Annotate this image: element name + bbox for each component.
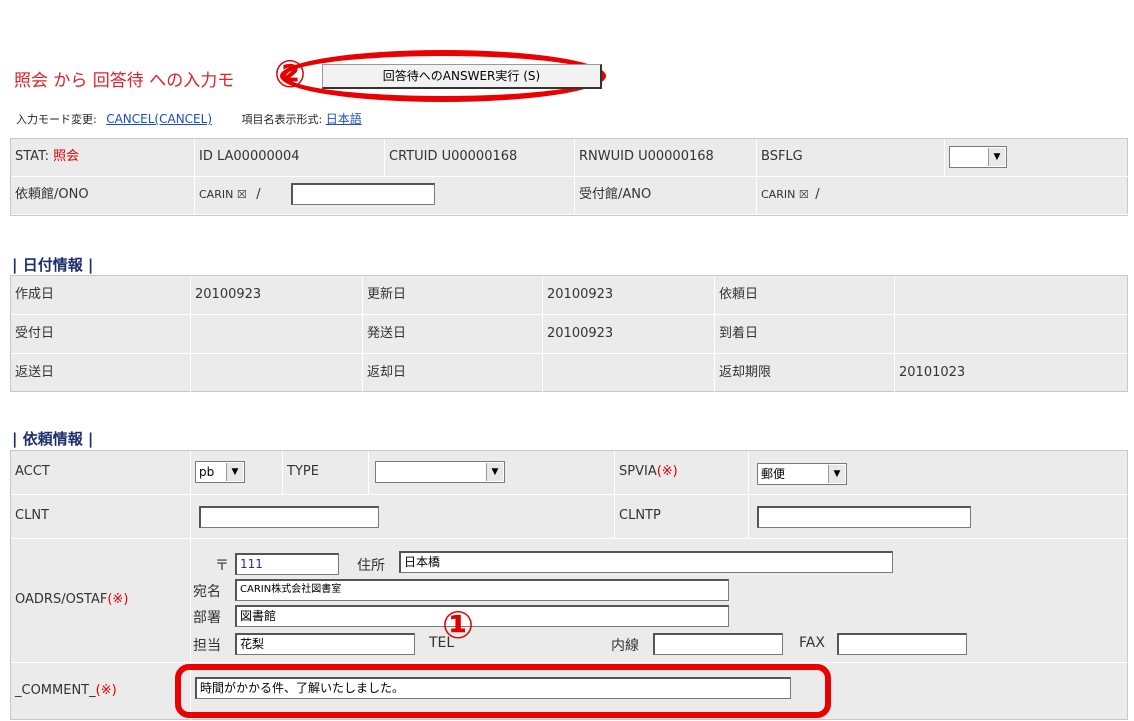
stat-label: STAT: — [15, 149, 49, 164]
clnt-cell — [191, 495, 615, 539]
page-title: 照会 から 回答待 への入力モ — [14, 71, 235, 91]
spvia-select[interactable]: 郵便 ▼ — [757, 463, 847, 485]
addressee-label: 宛名 — [193, 584, 221, 600]
date-label: 発送日 — [363, 315, 543, 354]
date-value: 20100923 — [543, 276, 715, 315]
date-value — [895, 315, 1129, 354]
clntp-input[interactable] — [757, 506, 971, 528]
box-icon-2: ☒ — [798, 188, 809, 201]
acct-select[interactable]: pb ▼ — [195, 461, 245, 483]
required-mark: (※) — [107, 592, 129, 607]
date-label: 更新日 — [363, 276, 543, 315]
clntp-label: CLNTP — [615, 495, 749, 539]
stat-value: 照会 — [53, 149, 80, 164]
crtuid-value: CRTUID U00000168 — [385, 139, 575, 177]
address-label: 住所 — [357, 558, 385, 574]
date-label: 依頼日 — [715, 276, 895, 315]
person-input[interactable]: 花梨 — [235, 633, 415, 655]
oadrs-label-cell: OADRS/OSTAF(※) — [11, 539, 191, 663]
chevron-down-icon: ▼ — [226, 463, 243, 481]
dept-input[interactable]: 図書館 — [235, 605, 729, 627]
fax-label: FAX — [799, 635, 825, 651]
display-format-label: 項目名表示形式: — [241, 113, 323, 126]
fax-input[interactable] — [837, 633, 967, 655]
clnt-label: CLNT — [11, 495, 191, 539]
date-value: 20101023 — [895, 354, 1129, 393]
irai-label: 依頼館/ONO — [11, 177, 195, 215]
chevron-down-icon: ▼ — [988, 148, 1005, 166]
answer-execute-button[interactable]: 回答待へのANSWER実行 (S) — [322, 64, 602, 89]
acct-label: ACCT — [11, 451, 191, 495]
highlight-box-comment — [175, 664, 831, 718]
stat-cell: STAT: 照会 — [11, 139, 195, 177]
date-section-heading: | 日付情報 | — [12, 256, 94, 274]
marker-1-annotation: ① — [442, 603, 475, 647]
ext-input[interactable] — [653, 633, 783, 655]
mode-line: 入力モード変更: CANCEL(CANCEL) 項目名表示形式: 日本語 — [16, 110, 362, 127]
comment-label: _COMMENT_ — [15, 683, 96, 698]
slash-1: / — [256, 187, 261, 202]
address-cell: 〒 111 住所 日本橋 宛名 CARIN株式会社図書室 部署 図書館 担当 花… — [191, 539, 1129, 663]
type-label: TYPE — [283, 451, 369, 495]
ukeke-label: 受付館/ANO — [575, 177, 757, 215]
chevron-down-icon: ▼ — [828, 465, 845, 483]
ext-label: 内線 — [611, 638, 639, 654]
required-mark: (※) — [656, 464, 678, 479]
postal-label: 〒 — [215, 558, 229, 574]
rnwuid-value: RNWUID U00000168 — [575, 139, 757, 177]
mode-change-label: 入力モード変更: — [16, 113, 97, 126]
box-icon: ☒ — [236, 188, 247, 201]
slash-2: / — [815, 187, 820, 202]
spvia-cell: 郵便 ▼ — [749, 451, 1129, 495]
clnt-input[interactable] — [199, 506, 379, 528]
date-label: 作成日 — [11, 276, 191, 315]
ukeke-cell: CARIN ☒ / — [757, 177, 1129, 215]
acct-cell: pb ▼ — [191, 451, 283, 495]
clntp-cell — [749, 495, 1129, 539]
date-table: 作成日 20100923 更新日 20100923 依頼日 受付日 発送日 20100923 到… — [10, 275, 1129, 393]
dept-label: 部署 — [193, 610, 221, 626]
address-input[interactable]: 日本橋 — [399, 551, 893, 573]
spvia-label-cell: SPVIA(※) — [615, 451, 749, 495]
date-label: 受付日 — [11, 315, 191, 354]
carin-lib-2: CARIN — [761, 188, 796, 201]
bsflg-label: BSFLG — [757, 139, 945, 177]
bsflg-select[interactable]: ▼ — [949, 146, 1007, 168]
irai-cell: CARIN ☒ / — [195, 177, 575, 215]
japanese-format-link[interactable]: 日本語 — [326, 112, 362, 126]
comment-label-cell: _COMMENT_(※) — [11, 663, 191, 721]
postal-input[interactable]: 111 — [235, 553, 339, 575]
status-panel: STAT: 照会 ID LA00000004 CRTUID U00000168 … — [10, 138, 1129, 216]
request-section-heading: | 依頼情報 | — [12, 430, 94, 448]
date-value: 20100923 — [191, 276, 363, 315]
ono-input[interactable] — [291, 183, 435, 205]
date-value — [191, 354, 363, 393]
date-label: 返送日 — [11, 354, 191, 393]
addressee-input[interactable]: CARIN株式会社図書室 — [235, 579, 729, 601]
oadrs-label: OADRS/OSTAF — [15, 592, 108, 607]
cancel-mode-link[interactable]: CANCEL(CANCEL) — [106, 112, 212, 126]
bsflg-cell: ▼ — [945, 139, 1129, 177]
date-value — [191, 315, 363, 354]
chevron-down-icon: ▼ — [486, 463, 503, 481]
type-cell: ▼ — [369, 451, 615, 495]
carin-lib-1: CARIN — [199, 188, 234, 201]
id-value: ID LA00000004 — [195, 139, 385, 177]
date-label: 到着日 — [715, 315, 895, 354]
type-select[interactable]: ▼ — [375, 461, 505, 483]
date-value — [543, 354, 715, 393]
spvia-label: SPVIA — [619, 464, 657, 479]
marker-2-annotation: ② — [274, 52, 307, 96]
required-mark: (※) — [95, 683, 117, 698]
date-label: 返却日 — [363, 354, 543, 393]
date-label: 返却期限 — [715, 354, 895, 393]
date-value — [895, 276, 1129, 315]
person-label: 担当 — [193, 638, 221, 654]
date-value: 20100923 — [543, 315, 715, 354]
